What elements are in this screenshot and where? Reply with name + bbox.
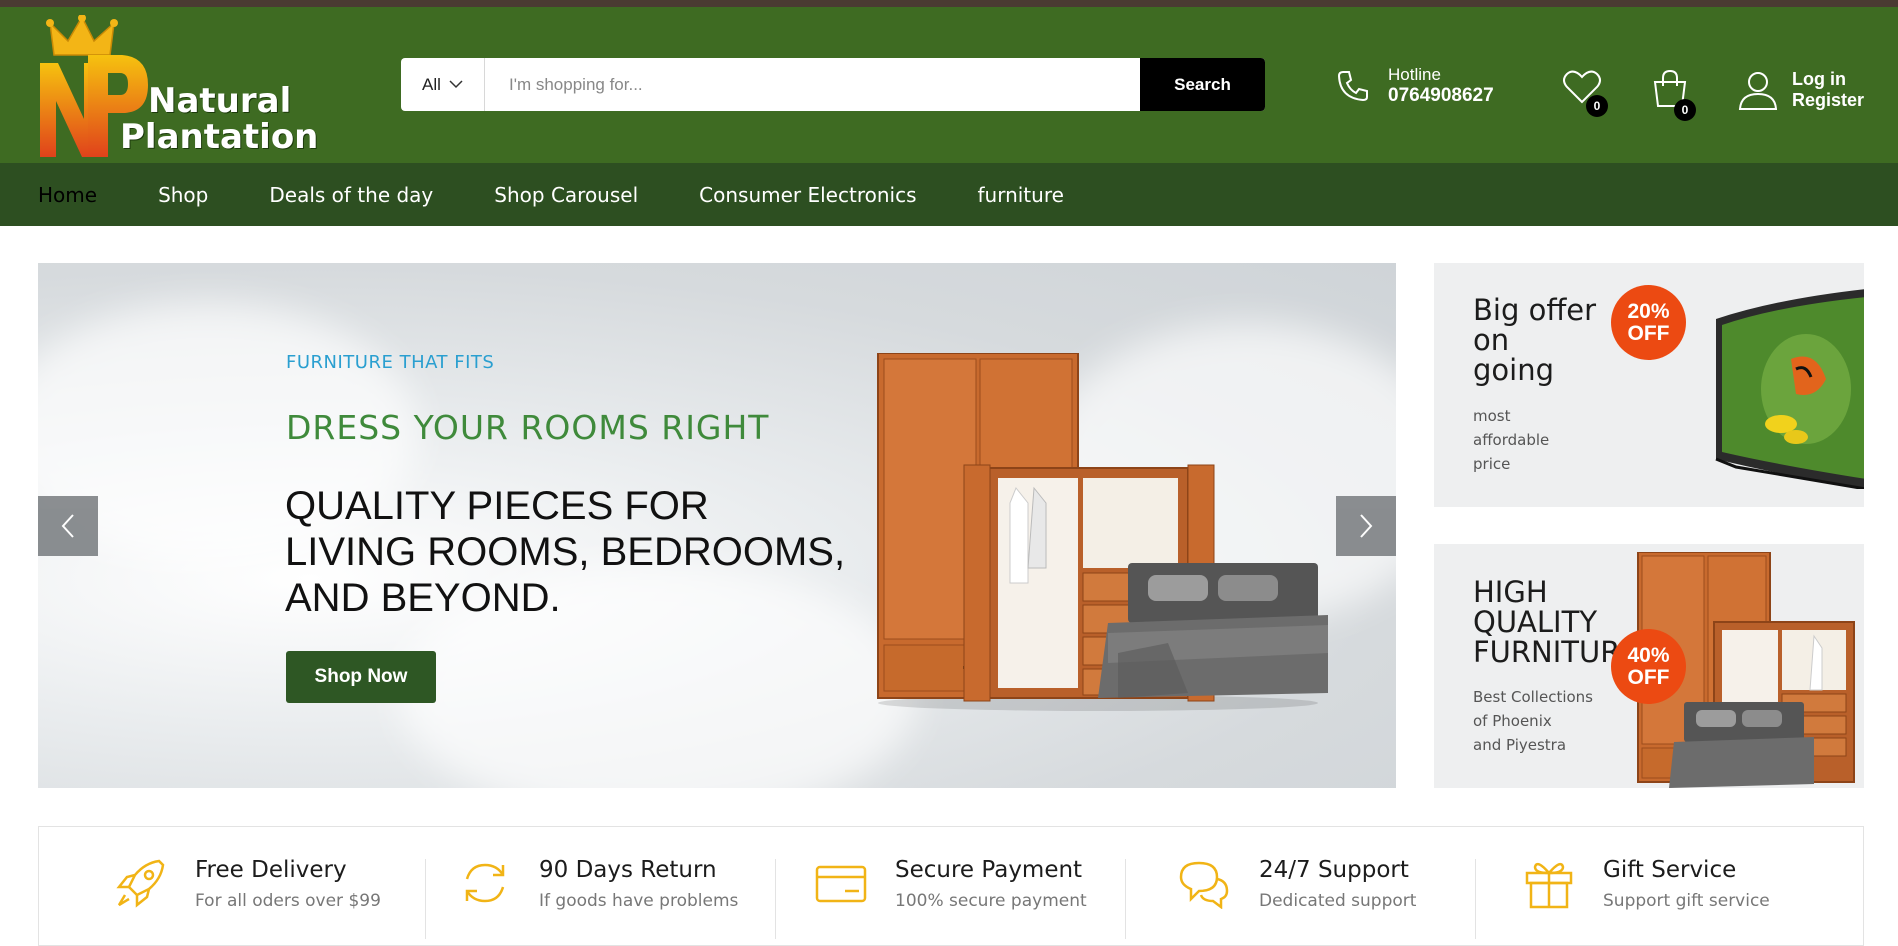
slider-prev-button[interactable] — [38, 496, 98, 556]
cart-count-badge: 0 — [1674, 99, 1696, 121]
feature-desc: Support gift service — [1603, 891, 1770, 911]
shop-now-button[interactable]: Shop Now — [286, 651, 436, 703]
offer-word: OFF — [1627, 665, 1670, 689]
login-link[interactable]: Log in — [1792, 69, 1864, 90]
nav-consumer-electronics[interactable]: Consumer Electronics — [699, 183, 916, 207]
register-link[interactable]: Register — [1792, 90, 1864, 111]
promo-banner-tv[interactable]: Big offer on going most affordable price… — [1434, 263, 1864, 507]
chat-icon — [1179, 861, 1229, 909]
feature-desc: If goods have problems — [539, 891, 739, 911]
phone-icon — [1337, 71, 1368, 102]
feature-return: 90 Days Return If goods have problems — [459, 857, 738, 911]
offer-badge-40: 40% OFF — [1611, 629, 1686, 704]
feature-title: 90 Days Return — [539, 857, 717, 883]
promo-banner-furniture[interactable]: HIGH QUALITY FURNITURE Best Collections … — [1434, 544, 1864, 788]
chevron-left-icon — [61, 514, 74, 538]
brand-name-line2: Plantation — [120, 117, 319, 157]
nav-shop-carousel[interactable]: Shop Carousel — [494, 183, 638, 207]
banner-description: most affordable price — [1473, 404, 1549, 476]
chevron-right-icon — [1360, 514, 1373, 538]
hotline[interactable]: Hotline 0764908627 — [1336, 65, 1494, 107]
banner-desc-line: and Piyestra — [1473, 736, 1567, 754]
hero-kicker: FURNITURE THAT FITS — [286, 352, 495, 373]
feature-divider — [775, 859, 776, 939]
offer-badge-20: 20% OFF — [1611, 285, 1686, 360]
search-bar: All Search — [401, 58, 1265, 111]
feature-divider — [425, 859, 426, 939]
hotline-label: Hotline — [1388, 65, 1441, 84]
hotline-number: 0764908627 — [1388, 85, 1494, 106]
chevron-down-icon — [449, 80, 463, 89]
feature-support: 24/7 Support Dedicated support — [1177, 857, 1416, 911]
feature-title: 24/7 Support — [1259, 857, 1409, 883]
feature-desc: 100% secure payment — [895, 891, 1087, 911]
wardrobe-bed-image — [877, 353, 1328, 711]
feature-secure-payment: Secure Payment 100% secure payment — [815, 857, 1087, 911]
cart-button[interactable]: 0 — [1650, 69, 1696, 121]
account-links: Log in Register — [1738, 69, 1864, 111]
brand-name-line1: Natural — [148, 81, 292, 121]
search-input[interactable] — [485, 58, 1140, 111]
feature-title: Gift Service — [1603, 857, 1737, 883]
slider-next-button[interactable] — [1336, 496, 1396, 556]
credit-card-icon — [815, 865, 867, 903]
feature-gift-service: Gift Service Support gift service — [1523, 857, 1770, 911]
offer-word: OFF — [1627, 321, 1670, 345]
feature-title: Free Delivery — [195, 857, 347, 883]
offer-percent: 40% — [1627, 643, 1670, 667]
search-category-select[interactable]: All — [401, 58, 485, 111]
curved-tv-image — [1715, 289, 1864, 489]
hero-subtitle-line: LIVING ROOMS, BEDROOMS, — [285, 530, 846, 574]
banner-title-line: Big offer — [1473, 293, 1597, 327]
banner-desc-line: of Phoenix — [1473, 712, 1552, 730]
banner-desc-line: price — [1473, 455, 1511, 473]
banner-title: Big offer on going — [1473, 295, 1596, 385]
hero-subtitle-line: QUALITY PIECES FOR — [285, 484, 709, 528]
banner-desc-line: most — [1473, 407, 1511, 425]
user-icon — [1738, 72, 1778, 110]
refresh-icon — [465, 863, 505, 903]
nav-furniture[interactable]: furniture — [977, 183, 1063, 207]
banner-description: Best Collections of Phoenix and Piyestra — [1473, 685, 1593, 757]
offer-percent: 20% — [1627, 299, 1670, 323]
banner-desc-line: affordable — [1473, 431, 1550, 449]
brand-logo[interactable]: Natural Plantation — [36, 14, 318, 165]
feature-desc: For all oders over $99 — [195, 891, 381, 911]
search-category-value: All — [422, 74, 441, 94]
hero-subtitle: QUALITY PIECES FOR LIVING ROOMS, BEDROOM… — [285, 483, 925, 621]
feature-divider — [1125, 859, 1126, 939]
hero-title: DRESS YOUR ROOMS RIGHT — [286, 408, 770, 447]
banner-title-line: QUALITY — [1473, 605, 1598, 639]
feature-desc: Dedicated support — [1259, 891, 1417, 911]
nav-home[interactable]: Home — [38, 183, 97, 207]
feature-free-delivery: Free Delivery For all oders over $99 — [115, 857, 381, 911]
search-button[interactable]: Search — [1140, 58, 1265, 111]
top-border — [0, 0, 1898, 7]
banner-desc-line: Best Collections — [1473, 688, 1593, 706]
wishlist-button[interactable]: 0 — [1562, 69, 1608, 117]
nav-shop[interactable]: Shop — [158, 183, 208, 207]
nav-deals-of-the-day[interactable]: Deals of the day — [269, 183, 433, 207]
gift-icon — [1525, 862, 1573, 909]
banner-title-line: on — [1473, 323, 1510, 357]
site-header: Natural Plantation All Search Hotline 07… — [0, 7, 1898, 163]
hero-subtitle-line: AND BEYOND. — [285, 576, 561, 620]
banner-title-line: HIGH — [1473, 575, 1548, 609]
rocket-icon — [116, 859, 165, 908]
banner-title-line: going — [1473, 353, 1554, 387]
wishlist-count-badge: 0 — [1586, 95, 1608, 117]
feature-divider — [1475, 859, 1476, 939]
features-bar: Free Delivery For all oders over $99 90 … — [38, 826, 1864, 946]
hero-slider: FURNITURE THAT FITS DRESS YOUR ROOMS RIG… — [38, 263, 1396, 788]
feature-title: Secure Payment — [895, 857, 1083, 883]
main-nav: Home Shop Deals of the day Shop Carousel… — [0, 163, 1898, 226]
